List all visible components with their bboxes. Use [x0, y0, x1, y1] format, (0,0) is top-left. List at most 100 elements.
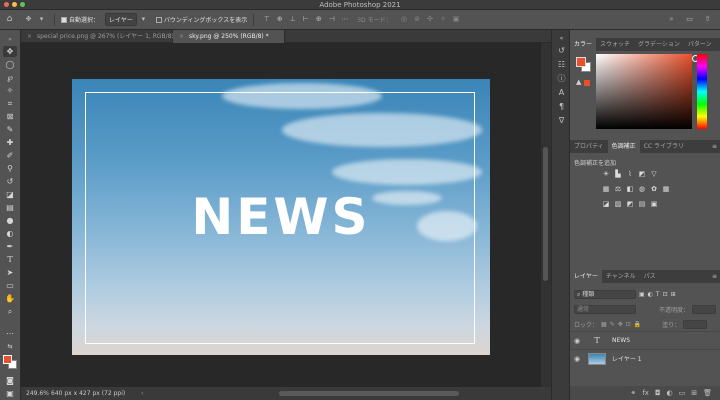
exposure-icon[interactable]: ◩ — [638, 170, 646, 178]
document-tab-special-price[interactable]: × special price.png @ 267% (レイヤー 1, RGB/8… — [21, 30, 179, 43]
collapse-toolbar-icon[interactable]: » — [3, 34, 17, 45]
blur-tool-icon[interactable]: ● — [3, 215, 17, 226]
gradient-map-icon[interactable]: ▤ — [638, 200, 646, 208]
marquee-tool-icon[interactable]: ◯ — [3, 59, 17, 70]
share-icon[interactable]: ⇧ — [703, 15, 712, 24]
image-canvas[interactable]: NEWS — [72, 79, 490, 355]
info-panel-icon[interactable]: ⓘ — [556, 74, 567, 84]
tab-layers[interactable]: レイヤー — [570, 270, 602, 283]
eraser-tool-icon[interactable]: ◪ — [3, 189, 17, 200]
more-options-icon[interactable]: ⋯ — [340, 15, 349, 24]
brightness-contrast-icon[interactable]: ☀ — [602, 170, 610, 178]
invert-icon[interactable]: ◪ — [602, 200, 610, 208]
vertical-scrollbar[interactable] — [541, 43, 551, 387]
tab-color[interactable]: カラー — [570, 38, 597, 51]
color-balance-icon[interactable]: ⚖ — [614, 185, 622, 193]
screen-mode-icon[interactable]: ▣ — [3, 388, 17, 399]
close-tab-icon[interactable]: × — [179, 33, 184, 40]
tab-adjustments[interactable]: 色調補正 — [607, 140, 640, 153]
color-lookup-icon[interactable]: ▦ — [662, 185, 670, 193]
history-brush-tool-icon[interactable]: ↺ — [3, 176, 17, 187]
lock-all-icon[interactable]: 🔒 — [634, 321, 641, 328]
move-tool-preset[interactable]: ✥ ▾ — [19, 10, 51, 30]
selective-color-icon[interactable]: ▣ — [650, 200, 658, 208]
filter-image-icon[interactable]: ▣ — [639, 291, 645, 298]
bounding-box-checkbox[interactable] — [155, 16, 162, 23]
levels-icon[interactable]: ▙ — [614, 170, 622, 178]
curves-icon[interactable]: ⌇ — [626, 170, 634, 178]
tab-cc-libraries[interactable]: CC ライブラリ — [640, 140, 688, 153]
pan-3d-icon[interactable]: ✣ — [426, 15, 435, 24]
new-layer-icon[interactable]: ⊞ — [691, 389, 697, 397]
clone-stamp-tool-icon[interactable]: ⚲ — [3, 163, 17, 174]
scrollbar-thumb[interactable] — [279, 391, 460, 396]
delete-layer-icon[interactable]: 🗑 — [703, 389, 712, 397]
align-right-icon[interactable]: ⊣ — [327, 15, 336, 24]
slide-3d-icon[interactable]: ✧ — [439, 15, 448, 24]
lasso-tool-icon[interactable]: ℘ — [3, 72, 17, 83]
tab-gradients[interactable]: グラデーション — [634, 38, 684, 51]
roll-3d-icon[interactable]: ⊚ — [413, 15, 422, 24]
orbit-3d-icon[interactable]: ◎ — [400, 15, 409, 24]
tab-channels[interactable]: チャンネル — [602, 270, 640, 283]
hue-saturation-icon[interactable]: ▦ — [602, 185, 610, 193]
glyphs-panel-icon[interactable]: ∇ — [556, 116, 567, 126]
document-info[interactable]: 640 px x 427 px (72 ppi) — [51, 390, 141, 397]
pen-tool-icon[interactable]: ✒ — [3, 241, 17, 252]
align-center-icon[interactable]: ⊕ — [314, 15, 323, 24]
zoom-tool-icon[interactable]: ⌕ — [3, 306, 17, 317]
magic-wand-tool-icon[interactable]: ✧ — [3, 85, 17, 96]
collapse-dock-icon[interactable]: « — [556, 34, 567, 44]
lock-artboard-icon[interactable]: ⊡ — [626, 321, 631, 328]
align-left-icon[interactable]: ⊢ — [301, 15, 310, 24]
auto-select-option[interactable]: 自動選択： — [58, 10, 102, 30]
type-tool-icon[interactable]: T — [3, 254, 17, 265]
align-bottom-icon[interactable]: ⊥ — [288, 15, 297, 24]
panel-menu-icon[interactable]: ≡ — [712, 270, 720, 283]
layer-style-icon[interactable]: fx — [642, 389, 649, 397]
align-top-icon[interactable]: ⊤ — [262, 15, 271, 24]
gamut-warning-icon[interactable]: ▲ — [576, 78, 581, 86]
more-tools-icon[interactable]: ⋯ — [3, 328, 17, 339]
chevron-right-icon[interactable]: › — [141, 390, 143, 397]
properties-panel-icon[interactable]: ☷ — [556, 60, 567, 70]
filter-adjustment-icon[interactable]: ◐ — [648, 291, 653, 298]
auto-select-checkbox[interactable] — [61, 16, 67, 23]
opacity-field[interactable] — [692, 304, 717, 314]
brush-tool-icon[interactable]: ✐ — [3, 150, 17, 161]
document-tab-sky[interactable]: × sky.png @ 250% (RGB/8) * — [173, 30, 285, 43]
paragraph-panel-icon[interactable]: ¶ — [556, 102, 567, 112]
rectangle-tool-icon[interactable]: ▭ — [3, 280, 17, 291]
foreground-color-swatch[interactable] — [3, 355, 12, 364]
horizontal-scrollbar[interactable] — [149, 390, 511, 397]
gradient-tool-icon[interactable]: ▤ — [3, 202, 17, 213]
lock-position-icon[interactable]: ✥ — [618, 321, 623, 328]
path-selection-tool-icon[interactable]: ➤ — [3, 267, 17, 278]
channel-mixer-icon[interactable]: ✿ — [650, 185, 658, 193]
black-white-icon[interactable]: ◧ — [626, 185, 634, 193]
photo-filter-icon[interactable]: ◍ — [638, 185, 646, 193]
frame-tool-icon[interactable]: ⊠ — [3, 111, 17, 122]
threshold-icon[interactable]: ◩ — [626, 200, 634, 208]
add-mask-icon[interactable]: ◘ — [655, 389, 661, 397]
visibility-eye-icon[interactable]: ◉ — [570, 337, 584, 345]
filter-type-icon[interactable]: T — [656, 291, 660, 298]
tab-swatches[interactable]: スウォッチ — [596, 38, 634, 51]
link-layers-icon[interactable]: ⚭ — [630, 389, 636, 397]
dodge-tool-icon[interactable]: ◐ — [3, 228, 17, 239]
move-tool-icon[interactable]: ✥ — [3, 46, 17, 57]
new-group-icon[interactable]: ▭ — [679, 389, 686, 397]
home-button[interactable]: ⌂ — [0, 10, 19, 30]
foreground-color-swatch[interactable] — [576, 57, 586, 67]
auto-select-target-dropdown[interactable]: レイヤー ▾ — [102, 10, 153, 30]
align-middle-icon[interactable]: ⊕ — [275, 15, 284, 24]
swap-colors-icon[interactable]: ⇆ — [3, 341, 17, 352]
fill-field[interactable] — [683, 319, 708, 329]
vibrance-icon[interactable]: ▽ — [650, 170, 658, 178]
history-panel-icon[interactable]: ↺ — [556, 46, 567, 56]
lock-image-icon[interactable]: ✎ — [610, 321, 615, 328]
visibility-eye-icon[interactable]: ◉ — [570, 355, 584, 363]
bounding-box-option[interactable]: バウンディングボックスを表示 — [153, 10, 250, 30]
eyedropper-tool-icon[interactable]: ✎ — [3, 124, 17, 135]
layer-row-news[interactable]: ◉ T NEWS — [570, 331, 720, 349]
